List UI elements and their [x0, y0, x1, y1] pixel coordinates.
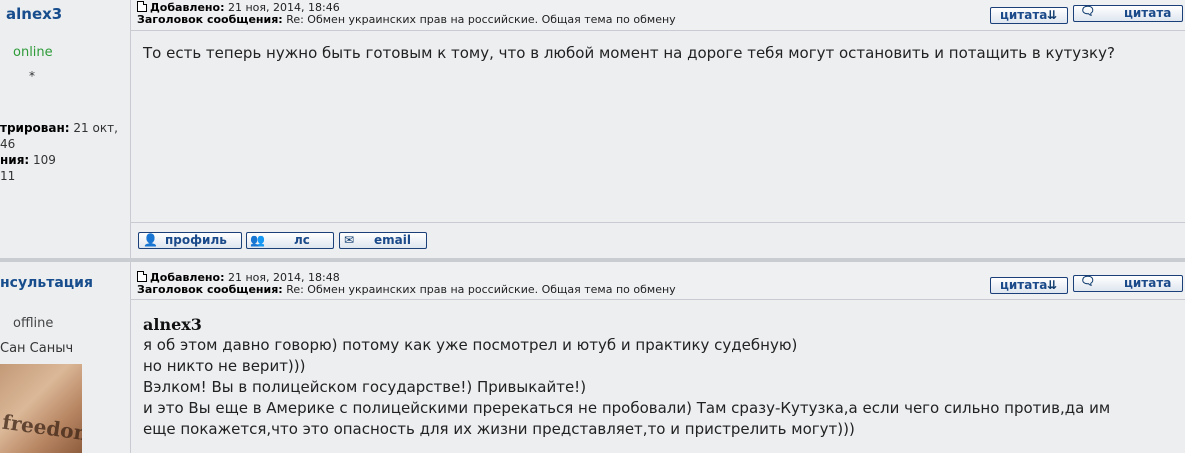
multi-quote-label: цитата: [1000, 8, 1048, 22]
speech-bubble-icon: 🗨: [1080, 4, 1096, 18]
registered-label: трирован:: [0, 121, 70, 135]
multi-quote-label: цитата: [1000, 278, 1048, 292]
quote-button[interactable]: 🗨 цитата: [1073, 274, 1183, 292]
user-icon: 👤: [143, 233, 158, 247]
multi-quote-button[interactable]: цитата ⇊: [990, 7, 1068, 24]
messages-info: ния: 109: [0, 153, 56, 167]
post-author-name[interactable]: нсультация: [0, 275, 93, 291]
subject-label: Заголовок сообщения:: [137, 283, 283, 296]
profile-button[interactable]: 👤 профиль: [138, 232, 242, 249]
post-footer: 👤 профиль 👥 лс ✉ email: [131, 222, 1185, 259]
subject-value: Re: Обмен украинских прав на российские.…: [286, 13, 676, 26]
post-message-line: Вэлком! Вы в полицейском государстве!) П…: [143, 378, 587, 396]
post-meta: Добавлено: 21 ноя, 2014, 18:48 Заголовок…: [137, 271, 676, 296]
post-header: Добавлено: 21 ноя, 2014, 18:48 Заголовок…: [131, 262, 1185, 300]
subject-label: Заголовок сообщения:: [137, 13, 283, 26]
registered-info: трирован: 21 окт,: [0, 121, 118, 135]
double-chevron-down-icon: ⇊: [1047, 278, 1058, 292]
post-message-line: и это Вы еще в Америке с полицейскими пр…: [143, 399, 1111, 417]
private-message-label: лс: [294, 233, 310, 247]
post-content: Добавлено: 21 ноя, 2014, 18:48 Заголовок…: [131, 262, 1185, 453]
avatar[interactable]: freedom: [0, 364, 82, 453]
extra-info: 11: [0, 169, 16, 183]
post-meta: Добавлено: 21 ноя, 2014, 18:46 Заголовок…: [137, 1, 676, 26]
speech-bubble-icon: 🗨: [1080, 274, 1096, 288]
subject-value: Re: Обмен украинских прав на российские.…: [286, 283, 676, 296]
avatar-text: freedom: [0, 409, 82, 447]
user-rank: Сан Саныч: [0, 341, 74, 356]
users-icon: 👥: [250, 233, 265, 247]
post-2: нсультация offline Сан Саныч freedom Доб…: [0, 262, 1185, 453]
post-author-panel: alnex3 online * трирован: 21 окт, 46 ния…: [0, 0, 131, 258]
private-message-button[interactable]: 👥 лс: [246, 232, 334, 249]
messages-label: ния:: [0, 153, 30, 167]
offline-status: offline: [13, 316, 54, 331]
post-message-line: я об этом давно говорю) потому как уже п…: [143, 336, 798, 354]
registered-value: 21 окт,: [73, 121, 118, 135]
messages-value: 109: [33, 153, 56, 167]
quote-label: цитата: [1124, 276, 1172, 290]
post-message-line: но никто не верит))): [143, 357, 306, 375]
post-message-line: То есть теперь нужно быть готовым к тому…: [143, 44, 1115, 62]
rank-star: *: [29, 69, 35, 83]
envelope-icon: ✉: [344, 233, 355, 247]
post-message-line: еще покажется,что это опасность для их ж…: [143, 420, 855, 438]
email-label: email: [374, 233, 411, 247]
post-author-name[interactable]: alnex3: [6, 5, 62, 23]
registered-cont: 46: [0, 137, 16, 151]
post-content: Добавлено: 21 ноя, 2014, 18:46 Заголовок…: [131, 0, 1185, 222]
email-button[interactable]: ✉ email: [339, 232, 427, 249]
post-1: alnex3 online * трирован: 21 окт, 46 ния…: [0, 0, 1185, 259]
post-document-icon[interactable]: [137, 271, 147, 282]
online-status: online: [13, 45, 53, 60]
double-chevron-down-icon: ⇊: [1047, 8, 1058, 22]
quote-label: цитата: [1124, 6, 1172, 20]
post-document-icon[interactable]: [137, 1, 147, 12]
profile-label: профиль: [165, 233, 227, 247]
post-header: Добавлено: 21 ноя, 2014, 18:46 Заголовок…: [131, 0, 1185, 31]
multi-quote-button[interactable]: цитата ⇊: [990, 277, 1068, 294]
quote-button[interactable]: 🗨 цитата: [1073, 4, 1183, 22]
quote-author: alnex3: [143, 315, 202, 334]
